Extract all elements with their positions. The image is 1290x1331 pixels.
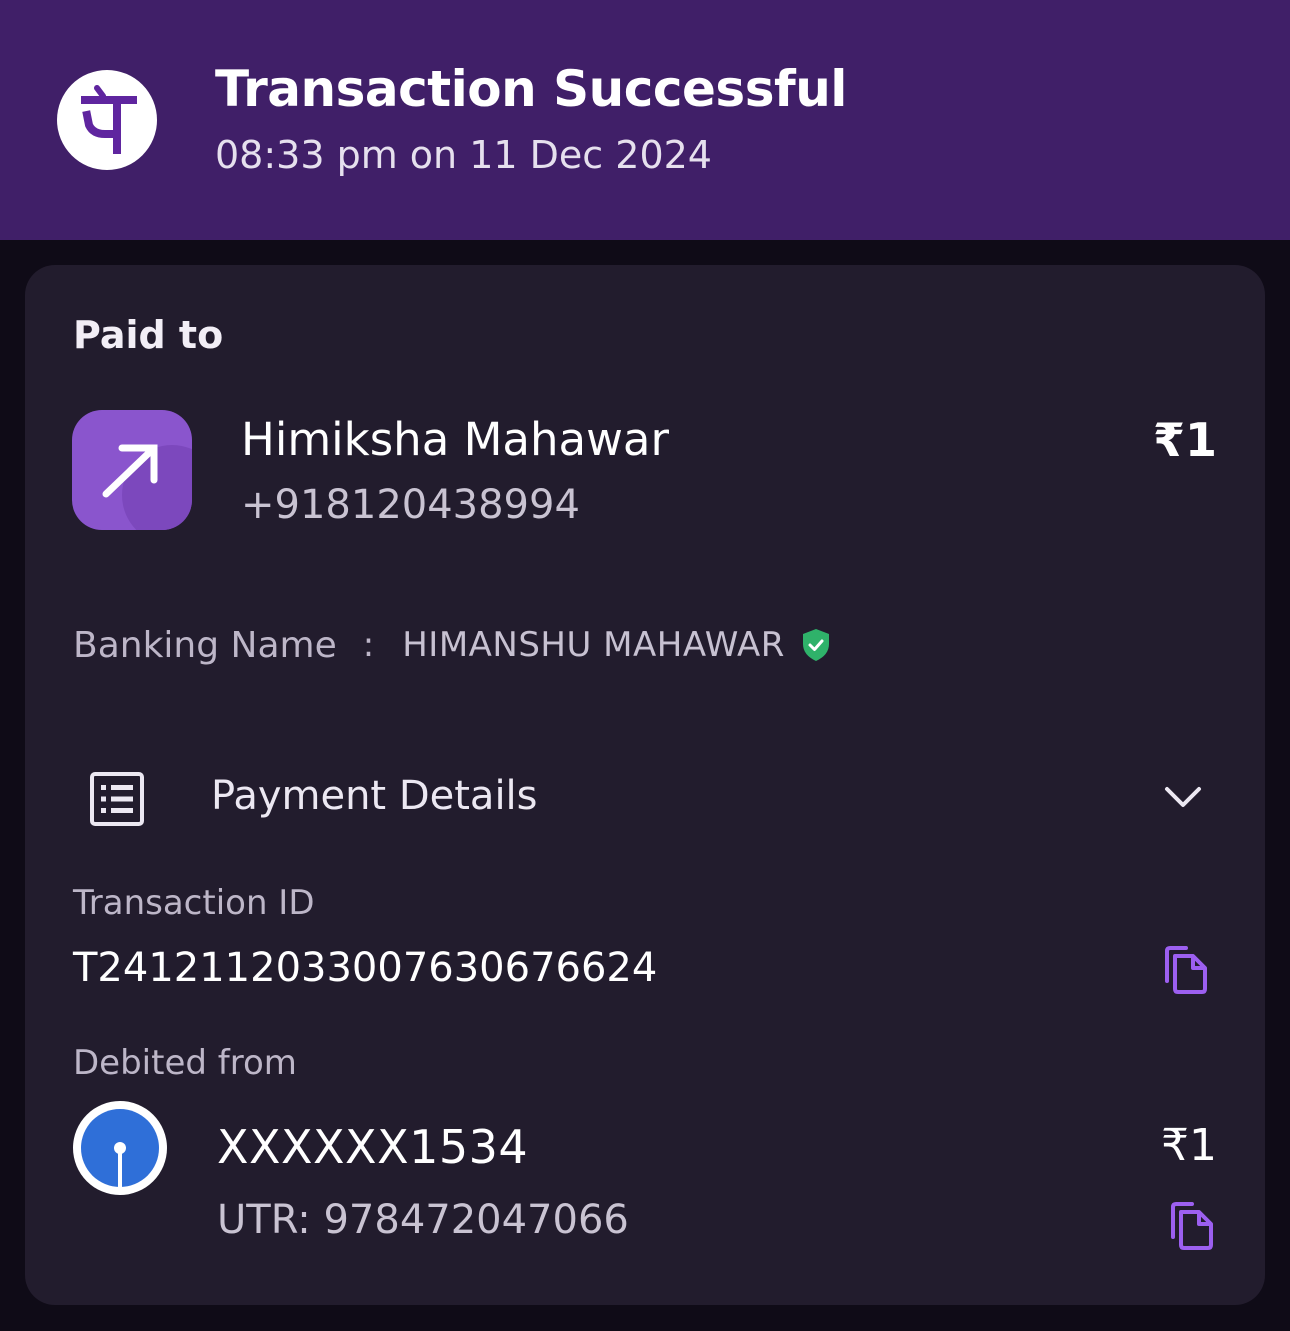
paid-to-label: Paid to xyxy=(73,313,224,357)
banking-name-separator: : xyxy=(362,625,375,665)
banking-name-label: Banking Name xyxy=(73,624,337,666)
copy-icon[interactable] xyxy=(1167,1201,1217,1251)
debited-from-label: Debited from xyxy=(73,1043,297,1083)
transaction-id-label: Transaction ID xyxy=(73,883,315,923)
copy-icon[interactable] xyxy=(1161,945,1211,995)
status-title: Transaction Successful xyxy=(215,60,847,118)
chevron-down-icon[interactable] xyxy=(1163,777,1203,817)
debited-account-number: XXXXXX1534 xyxy=(217,1120,529,1174)
transaction-timestamp: 08:33 pm on 11 Dec 2024 xyxy=(215,133,712,177)
transaction-details-card: Paid to Himiksha Mahawar +918120438994 ₹… xyxy=(25,265,1265,1305)
arrow-up-right-icon xyxy=(102,444,192,530)
transaction-id-value: T2412112033007630676624 xyxy=(73,945,658,991)
payee-phone: +918120438994 xyxy=(241,482,580,528)
payee-avatar xyxy=(72,410,192,530)
phonepe-logo-icon xyxy=(57,70,157,170)
verified-shield-icon xyxy=(802,629,829,661)
banking-name-value: HIMANSHU MAHAWAR xyxy=(402,625,785,665)
payment-details-toggle[interactable]: Payment Details xyxy=(73,765,1217,835)
sbi-bank-logo-icon xyxy=(73,1101,167,1195)
transaction-header: Transaction Successful 08:33 pm on 11 De… xyxy=(0,0,1290,240)
receipt-list-icon xyxy=(90,772,144,826)
banking-name-row: Banking Name : HIMANSHU MAHAWAR xyxy=(73,620,831,670)
debited-amount: ₹1 xyxy=(1161,1120,1217,1171)
utr-number: UTR: 978472047066 xyxy=(217,1197,629,1243)
payee-name: Himiksha Mahawar xyxy=(241,413,669,466)
payee-amount: ₹1 xyxy=(1152,413,1217,467)
payment-details-label: Payment Details xyxy=(211,773,538,819)
